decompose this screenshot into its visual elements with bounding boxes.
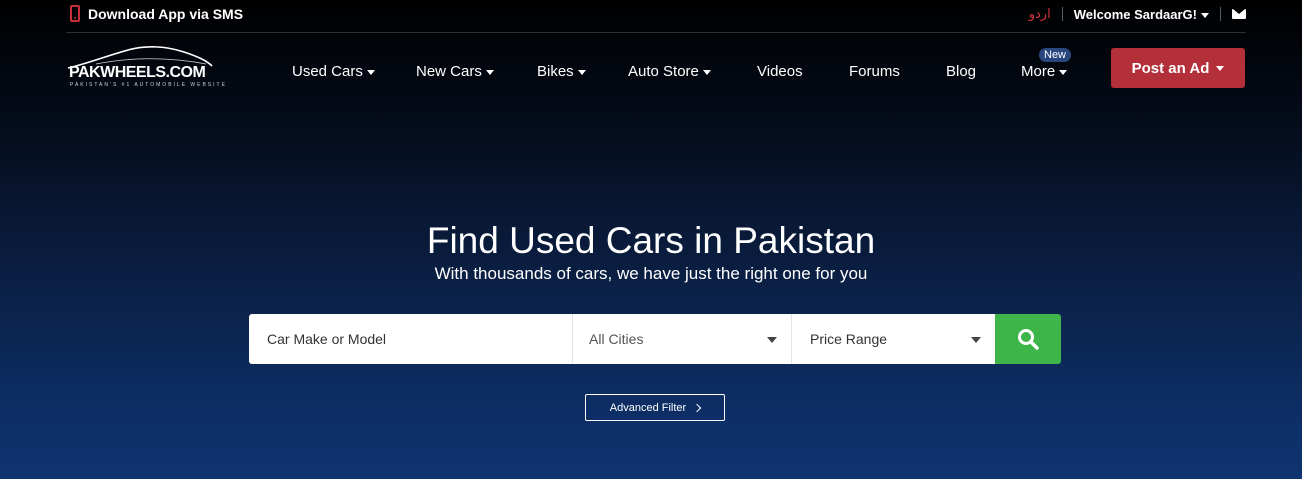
nav-auto-store[interactable]: Auto Store — [628, 63, 711, 80]
price-range-select[interactable]: Price Range — [792, 314, 995, 364]
page-subtitle: With thousands of cars, we have just the… — [434, 264, 868, 283]
divider — [1220, 7, 1221, 21]
advanced-filter-label: Advanced Filter — [609, 401, 687, 414]
divider — [1061, 7, 1063, 21]
nav-label: Blog — [946, 63, 977, 80]
new-badge: New — [1039, 48, 1072, 62]
sms-label: Download App via SMS — [88, 5, 244, 22]
caret-down-icon — [1059, 69, 1068, 75]
chevron-down-icon — [971, 337, 981, 343]
pakwheels-logo[interactable]: PAKWHEELS.COM PAKISTAN'S #1 AUTOMOBILE W… — [66, 42, 225, 90]
search-bar: Car Make or Model All Cities Price Range — [249, 314, 1061, 364]
nav-used-cars[interactable]: Used Cars — [292, 63, 375, 80]
top-right-links: اردو Welcome SardaarG! — [1029, 6, 1246, 22]
urdu-language-link[interactable]: اردو — [1029, 6, 1051, 22]
logo-wordmark: PAKWHEELS.COM — [69, 64, 206, 81]
post-an-ad-button[interactable]: Post an Ad — [1111, 48, 1245, 88]
caret-down-icon — [1216, 65, 1225, 71]
nav-label: Bikes — [537, 63, 574, 80]
nav-label: Forums — [849, 63, 900, 80]
city-value: All Cities — [589, 331, 644, 347]
welcome-user-menu[interactable]: Welcome SardaarG! — [1074, 7, 1209, 22]
car-make-model-input[interactable]: Car Make or Model — [249, 314, 573, 364]
logo-tagline: PAKISTAN'S #1 AUTOMOBILE WEBSITE — [70, 82, 227, 88]
chevron-down-icon — [767, 337, 777, 343]
search-icon — [1018, 329, 1039, 350]
search-button[interactable] — [995, 314, 1061, 364]
nav-forums[interactable]: Forums — [849, 63, 900, 80]
model-placeholder: Car Make or Model — [267, 331, 387, 347]
caret-down-icon — [366, 69, 375, 75]
post-ad-label: Post an Ad — [1131, 59, 1210, 77]
chevron-right-icon — [692, 403, 702, 412]
top-bar: Download App via SMS اردو Welcome Sardaa… — [0, 0, 1302, 32]
envelope-icon[interactable] — [1232, 9, 1246, 19]
top-bar-divider — [66, 32, 1246, 33]
nav-label: More — [1021, 63, 1056, 80]
advanced-filter-button[interactable]: Advanced Filter — [585, 394, 725, 421]
caret-down-icon — [485, 69, 494, 75]
mobile-phone-icon — [70, 5, 80, 22]
nav-bikes[interactable]: Bikes — [537, 63, 586, 80]
nav-label: New Cars — [416, 63, 482, 80]
page-title: Find Used Cars in Pakistan — [426, 220, 876, 261]
welcome-label: Welcome SardaarG! — [1073, 6, 1197, 22]
price-value: Price Range — [810, 331, 888, 347]
nav-label: Used Cars — [292, 63, 363, 80]
nav-label: Videos — [757, 63, 803, 80]
caret-down-icon — [1201, 12, 1209, 18]
caret-down-icon — [702, 69, 711, 75]
download-app-sms-link[interactable]: Download App via SMS — [70, 5, 243, 22]
nav-more[interactable]: More — [1021, 63, 1068, 80]
nav-new-cars[interactable]: New Cars — [416, 63, 494, 80]
city-select[interactable]: All Cities — [573, 314, 792, 364]
nav-videos[interactable]: Videos — [757, 63, 803, 80]
caret-down-icon — [577, 69, 586, 75]
nav-blog[interactable]: Blog — [946, 63, 976, 80]
nav-label: Auto Store — [628, 63, 699, 80]
